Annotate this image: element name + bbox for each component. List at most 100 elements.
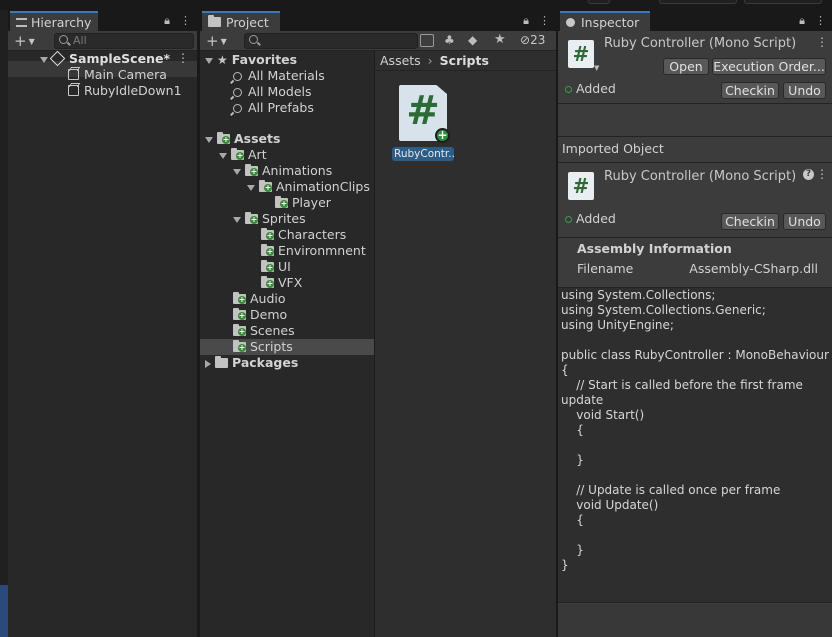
expand-triangle-icon[interactable] <box>247 184 255 191</box>
hierarchy-item-label: RubyIdleDown1 <box>84 83 182 98</box>
imported-script-header: # Ruby Controller (Mono Script) ? ⋮ Adde… <box>558 163 832 236</box>
imported-object-header: Imported Object <box>558 137 832 162</box>
folder-item-vfx[interactable]: VFX <box>261 275 302 291</box>
breadcrumb-assets[interactable]: Assets <box>380 53 421 68</box>
imported-object-label: Imported Object <box>562 141 664 156</box>
folder-icon <box>245 212 258 224</box>
expand-triangle-icon[interactable] <box>205 136 213 143</box>
folder-item-audio[interactable]: Audio <box>233 291 286 307</box>
folder-icon <box>275 196 288 208</box>
hierarchy-search-input[interactable]: All <box>54 33 194 49</box>
expand-triangle-icon[interactable] <box>219 152 227 159</box>
breadcrumb-scripts[interactable]: Scripts <box>440 53 489 68</box>
folder-item-art[interactable]: Art <box>219 147 267 163</box>
checkin-button[interactable]: Checkin <box>721 82 779 99</box>
hidden-packages-toggle[interactable]: ⊘23 <box>520 33 545 47</box>
icon-dropdown-caret-icon[interactable]: ▼ <box>594 64 599 72</box>
undo-button[interactable]: Undo <box>783 213 826 230</box>
folder-icon <box>233 324 246 336</box>
expand-triangle-icon[interactable] <box>233 216 241 223</box>
divider <box>558 103 832 104</box>
help-icon[interactable]: ? <box>803 169 814 180</box>
tab-hierarchy[interactable]: Hierarchy <box>10 11 98 31</box>
more-icon[interactable]: ⋮ <box>180 14 191 28</box>
scene-name: SampleScene* <box>69 51 170 66</box>
expand-triangle-icon[interactable] <box>40 56 48 63</box>
folder-item-environment[interactable]: Environmnent <box>261 243 366 259</box>
execution-order-button[interactable]: Execution Order... <box>712 58 826 75</box>
folder-label: Scenes <box>250 323 295 338</box>
scene-more-icon[interactable]: ⋮ <box>177 51 189 65</box>
layout-dropdown[interactable] <box>744 0 822 4</box>
folder-item-scenes[interactable]: Scenes <box>233 323 295 339</box>
folder-icon <box>259 180 272 192</box>
more-icon[interactable]: ⋮ <box>815 14 826 28</box>
undo-button[interactable]: Undo <box>783 82 826 99</box>
vcs-status-label: Added <box>576 81 616 96</box>
assembly-information: Assembly Information Filename Assembly-C… <box>558 238 832 286</box>
tab-inspector[interactable]: Inspector <box>560 11 650 31</box>
info-icon <box>566 17 575 27</box>
more-icon[interactable]: ⋮ <box>539 14 550 28</box>
checkin-button[interactable]: Checkin <box>721 213 779 230</box>
vcs-added-icon <box>565 216 572 223</box>
assets-folder[interactable]: Assets <box>205 131 280 147</box>
search-by-type-icon[interactable] <box>420 34 434 47</box>
lock-icon[interactable]: 🔒︎ <box>164 14 170 28</box>
filter-by-type-icon[interactable]: ♣ <box>444 33 455 47</box>
collapsed-triangle-icon[interactable] <box>205 359 211 368</box>
hierarchy-tabbar: Hierarchy 🔒︎ ⋮ <box>8 10 197 31</box>
search-icon <box>59 35 68 44</box>
packages-folder[interactable]: Packages <box>205 355 298 371</box>
gameobject-icon <box>68 69 79 80</box>
assembly-info-heading: Assembly Information <box>577 241 732 256</box>
folder-item-demo[interactable]: Demo <box>233 307 287 323</box>
filter-by-label-icon[interactable]: ◆ <box>468 33 477 47</box>
folder-icon <box>231 148 244 160</box>
favorites-header[interactable]: ★ Favorites <box>205 52 297 68</box>
unity-scene-icon <box>49 50 66 67</box>
inspector-empty-area <box>558 604 832 637</box>
project-panel: Project 🔒︎ ⋮ + ▼ ♣ ◆ ★ ⊘23 ★ Favorites All… <box>200 10 556 637</box>
asset-name: RubyContr... <box>392 147 454 161</box>
folder-item-animationclips[interactable]: AnimationClips <box>247 179 370 195</box>
folder-item-animations[interactable]: Animations <box>233 163 332 179</box>
favorite-item[interactable]: All Materials <box>233 68 325 84</box>
project-search-input[interactable] <box>244 33 418 49</box>
folder-label: Demo <box>250 307 288 322</box>
folder-item-scripts[interactable]: Scripts <box>200 339 374 355</box>
favorite-item[interactable]: All Models <box>233 84 312 100</box>
favorite-star-icon[interactable]: ★ <box>494 32 506 47</box>
folder-label: Art <box>248 147 267 162</box>
expand-triangle-icon[interactable] <box>205 57 213 64</box>
component-more-icon[interactable]: ⋮ <box>816 35 828 49</box>
folder-item-player[interactable]: Player <box>275 195 331 211</box>
folder-item-sprites[interactable]: Sprites <box>233 211 306 227</box>
inspector-panel: Inspector 🔒︎ ⋮ # ▼ Ruby Controller (Mono… <box>558 10 832 637</box>
open-button[interactable]: Open <box>663 58 709 75</box>
search-icon <box>233 88 242 97</box>
folder-item-characters[interactable]: Characters <box>261 227 346 243</box>
asset-item-rubycontroller[interactable]: # + RubyContr... <box>392 85 454 161</box>
scene-item[interactable]: SampleScene* <box>40 50 170 67</box>
hierarchy-item[interactable]: Main Camera <box>68 67 167 83</box>
hierarchy-item[interactable]: RubyIdleDown1 <box>68 83 182 99</box>
project-folder-tree: ★ Favorites All Materials All Models All … <box>200 51 374 637</box>
folder-label: VFX <box>278 275 303 290</box>
layers-dropdown[interactable] <box>659 0 737 4</box>
assets-label: Assets <box>234 131 281 146</box>
lock-icon[interactable]: 🔒︎ <box>799 14 805 28</box>
folder-item-ui[interactable]: UI <box>261 259 291 275</box>
vcs-added-badge-icon: + <box>435 128 450 143</box>
tab-project[interactable]: Project <box>202 11 280 31</box>
expand-triangle-icon[interactable] <box>233 168 241 175</box>
favorite-item-label: All Models <box>248 84 312 99</box>
search-icon <box>233 72 242 81</box>
history-icon[interactable] <box>588 0 610 4</box>
star-icon: ★ <box>217 53 228 67</box>
settings-more-icon[interactable]: ⋮ <box>816 167 828 181</box>
lock-icon[interactable]: 🔒︎ <box>523 14 529 28</box>
create-asset-button[interactable]: + ▼ <box>206 32 227 51</box>
favorite-item[interactable]: All Prefabs <box>233 100 314 116</box>
create-button[interactable]: + ▼ <box>14 32 35 51</box>
